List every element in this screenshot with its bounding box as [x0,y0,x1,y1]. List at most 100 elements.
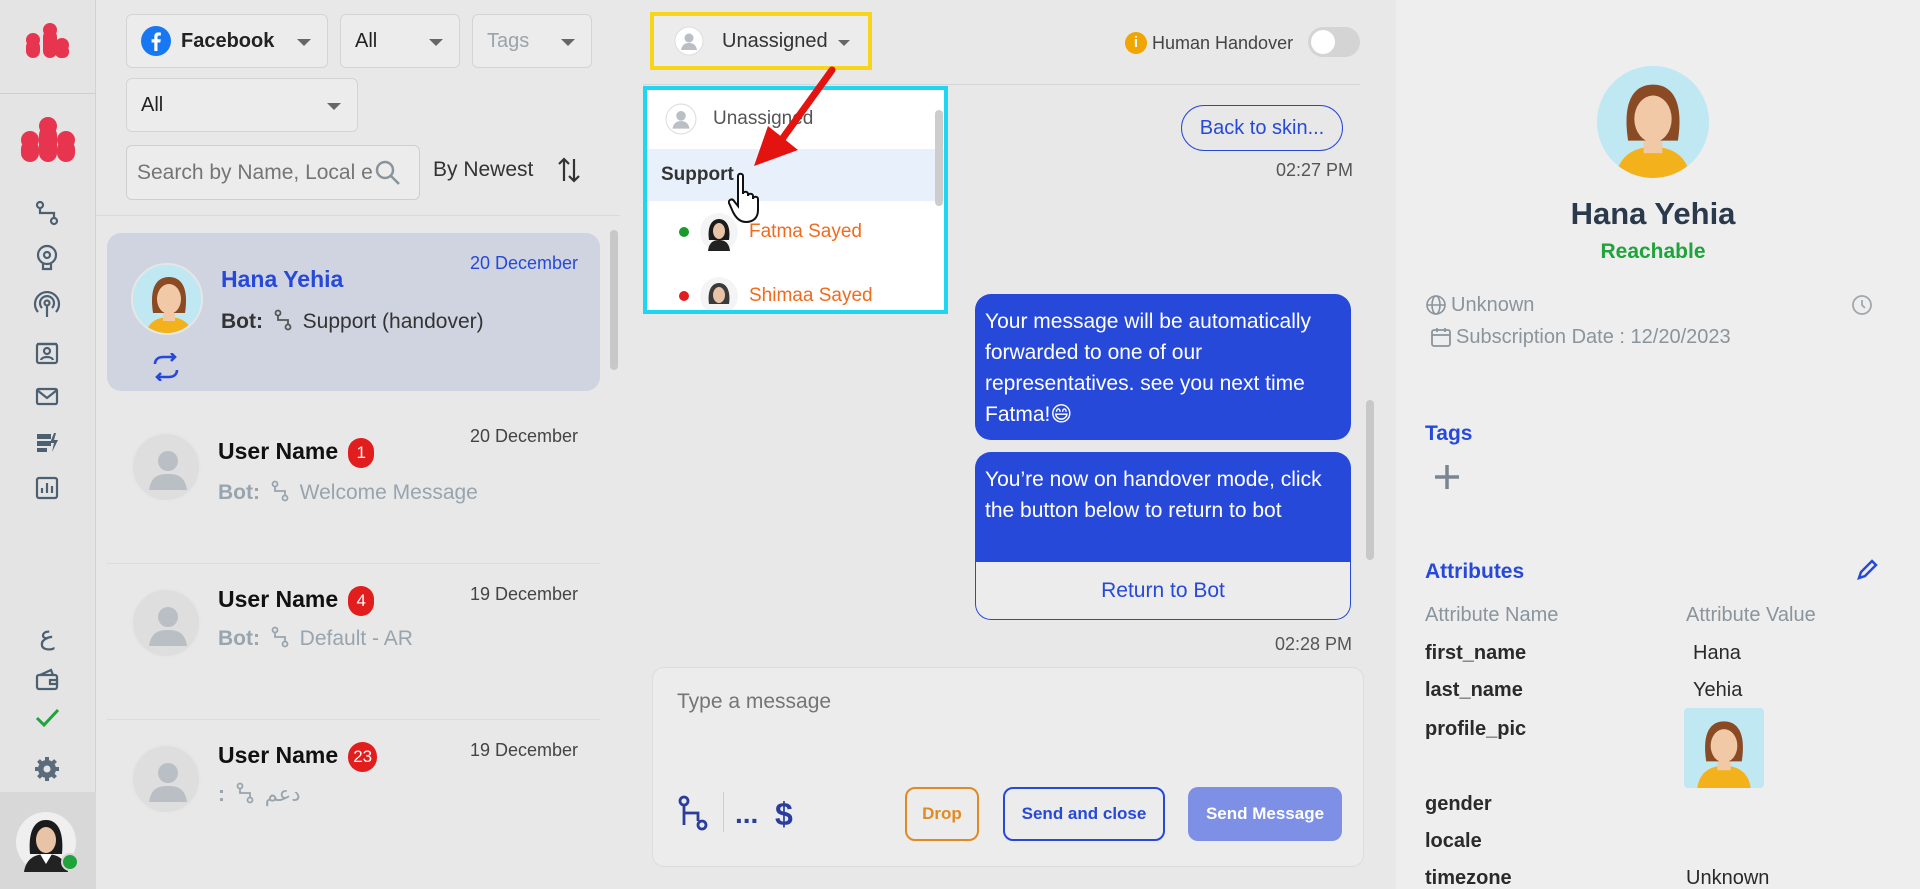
wallet-icon[interactable] [30,662,64,696]
info-icon: i [1125,32,1147,54]
ai-brain-icon[interactable] [30,240,64,274]
app-logo[interactable] [0,0,96,94]
message-composer: ... $ Drop Send and close Send Message [652,667,1364,867]
mail-icon[interactable] [30,379,64,413]
chevron-down-icon [838,40,850,46]
menu-item-agent[interactable]: Fatma Sayed [679,210,862,254]
back-to-skin-button[interactable]: Back to skin... [1181,105,1343,151]
attribute-value-header: Attribute Value [1686,604,1816,626]
automation-icon[interactable] [30,425,64,459]
human-handover-toggle[interactable] [1308,27,1360,57]
attribute-name: first_name [1425,642,1527,664]
subscription-date: Subscription Date : 12/20/2023 [1456,326,1731,348]
channel-filter-label: Facebook [181,29,275,52]
conversation-item[interactable]: User Name 1 20 December Bot: Welcome Mess… [107,406,600,564]
flow-icon [274,309,292,331]
profile-name: Hana Yehia [1570,196,1736,231]
assignee-filter-label: All [141,93,164,116]
conversation-item[interactable]: User Name 23 19 December : دعم [107,718,600,868]
contacts-icon[interactable] [30,336,64,370]
profile-location: Unknown [1451,294,1535,316]
search-box [126,145,420,200]
clock-icon [1852,295,1872,315]
attribute-value: Unknown [1686,867,1770,889]
chevron-down-icon [561,39,575,46]
conversation-last-flow: Bot: Support (handover) [221,309,484,333]
search-icon[interactable] [373,158,403,188]
sort-label[interactable]: By Newest [433,158,533,182]
drop-button[interactable]: Drop [905,787,979,841]
hand-cursor-icon [728,172,759,224]
agent-avatar [700,277,738,310]
globe-icon [1426,295,1446,315]
profile-pic-thumbnail[interactable] [1684,708,1764,788]
sort-icon[interactable] [556,155,582,185]
flows-icon[interactable] [30,196,64,230]
tags-filter-dropdown[interactable]: Tags [472,14,592,68]
online-status-dot [61,853,79,871]
contact-avatar-placeholder [131,432,201,502]
chat-scrollbar[interactable] [1366,400,1374,560]
contact-avatar-placeholder [131,744,201,814]
agent-status-dot [679,227,689,237]
attribute-name: last_name [1425,679,1523,701]
list-scrollbar[interactable] [610,230,618,370]
message-input[interactable] [677,690,1337,750]
attribute-name: locale [1425,830,1482,852]
dollar-icon[interactable]: $ [775,796,793,833]
toggle-knob [1311,30,1335,54]
chevron-down-icon [327,103,341,110]
status-filter-dropdown[interactable]: All [340,14,460,68]
channel-filter-dropdown[interactable]: Facebook [126,14,328,68]
flow-insert-icon[interactable] [677,795,709,831]
conversation-name: User Name 1 [218,438,375,468]
left-navigation: ع [0,0,96,889]
menu-item-agent[interactable]: Shimaa Sayed [679,274,873,310]
human-handover-label: Human Handover [1152,33,1294,53]
settings-gear-icon[interactable] [30,752,64,786]
flow-icon [271,626,289,648]
attribute-value: Yehia [1693,679,1743,701]
logo-icon [26,23,69,58]
bot-message-bubble: Your message will be automatically forwa… [975,294,1351,440]
search-input[interactable] [137,146,375,199]
language-arabic-icon[interactable]: ع [30,618,64,652]
return-to-bot-button[interactable]: Return to Bot [975,562,1351,620]
user-avatar[interactable] [0,792,96,889]
send-message-button[interactable]: Send Message [1188,787,1342,841]
contact-avatar-placeholder [131,588,201,658]
conversation-name: User Name 4 [218,586,375,616]
attribute-name: timezone [1425,867,1512,889]
message-timestamp: 02:28 PM [1275,634,1353,654]
unread-badge: 1 [348,438,375,468]
profile-avatar [1597,66,1709,178]
message-timestamp: 02:27 PM [1276,160,1354,180]
user-placeholder-icon [665,103,697,135]
add-tag-icon[interactable] [1433,463,1461,491]
broadcast-icon[interactable] [30,288,64,322]
bot-message-bubble: You’re now on handover mode, click the b… [975,452,1351,562]
send-and-close-button[interactable]: Send and close [1003,787,1165,841]
menu-group-label: Support [661,164,734,185]
conversation-item[interactable]: User Name 4 19 December Bot: Default - AR [107,562,600,720]
edit-pencil-icon[interactable] [1855,558,1879,582]
attributes-section-title: Attributes [1425,560,1525,583]
contact-avatar [131,263,203,335]
conversation-item-selected[interactable]: Hana Yehia 20 December Bot: Support (han… [107,233,600,391]
divider [96,215,620,216]
status-filter-label: All [355,29,378,52]
assignee-dropdown[interactable]: Unassigned [650,12,872,70]
conversation-name: User Name 23 [218,742,378,772]
checkmark-icon[interactable] [30,700,64,734]
brand-icon[interactable] [8,108,88,172]
attribute-name: profile_pic [1425,718,1527,740]
analytics-icon[interactable] [30,471,64,505]
conversation-last-flow: Bot: Welcome Message [218,480,478,504]
unread-badge: 4 [348,586,375,616]
calendar-icon [1431,328,1451,347]
menu-scrollbar[interactable] [935,110,943,206]
assignee-filter-dropdown[interactable]: All [126,78,358,132]
user-placeholder-icon [674,26,704,56]
flow-icon [271,480,289,502]
more-options-icon[interactable]: ... [735,798,758,830]
